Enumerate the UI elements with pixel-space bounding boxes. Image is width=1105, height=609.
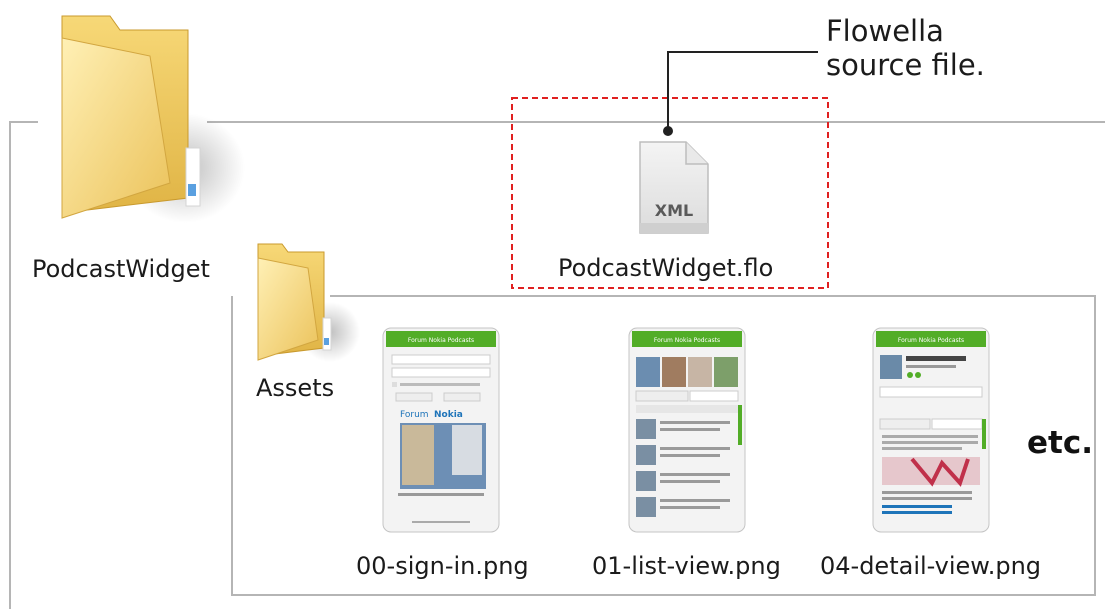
svg-text:Nokia: Nokia: [434, 410, 463, 420]
svg-text:Forum Nokia Podcasts: Forum Nokia Podcasts: [654, 337, 720, 344]
folder-icon: [257, 243, 360, 362]
svg-text:Forum Nokia Podcasts: Forum Nokia Podcasts: [898, 337, 964, 344]
assets-folder-label: Assets: [256, 374, 335, 402]
screen-file-label: 01-list-view.png: [592, 552, 781, 580]
callout-leader-dot: [663, 126, 673, 136]
callout-line-2: source file.: [826, 48, 985, 82]
source-file[interactable]: XML: [636, 140, 710, 235]
callout-line-1: Flowella: [826, 14, 944, 48]
root-folder[interactable]: [40, 8, 245, 233]
screen-file-label: 04-detail-view.png: [820, 552, 1042, 580]
source-file-label: PodcastWidget.flo: [558, 254, 774, 282]
more-files-label: etc.: [1027, 425, 1093, 461]
screen-list-view-thumbnail[interactable]: Forum Nokia Podcasts: [628, 327, 746, 533]
svg-text:Forum: Forum: [400, 410, 429, 420]
callout-text: Flowella source file.: [826, 14, 985, 82]
screen-detail-view-thumbnail[interactable]: Forum Nokia Podcasts: [872, 327, 990, 533]
root-frame-line: [9, 121, 38, 609]
xml-file-icon: XML: [639, 141, 709, 234]
xml-badge: XML: [655, 201, 693, 220]
screen-sign-in-thumbnail[interactable]: Forum Nokia Podcasts Forum Nokia: [382, 327, 500, 533]
svg-text:Forum Nokia Podcasts: Forum Nokia Podcasts: [408, 337, 474, 344]
folder-icon: [61, 15, 245, 223]
assets-folder[interactable]: [250, 240, 360, 370]
root-folder-label: PodcastWidget: [32, 255, 210, 283]
callout-leader-line: [667, 51, 818, 131]
screen-file-label: 00-sign-in.png: [356, 552, 529, 580]
